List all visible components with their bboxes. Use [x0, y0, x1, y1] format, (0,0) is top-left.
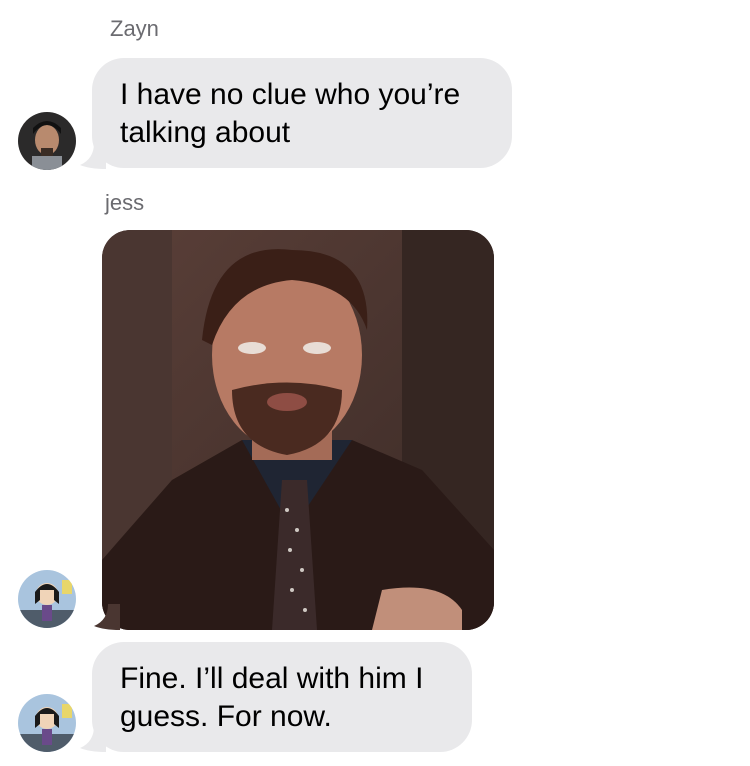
cartoon-avatar-icon: [18, 694, 76, 752]
message-text: Fine. I’ll deal with him I guess. For no…: [120, 662, 424, 733]
avatar-jess[interactable]: [18, 570, 76, 628]
reaction-meme-image-icon: [102, 230, 494, 630]
message-bubble-jess[interactable]: Fine. I’ll deal with him I guess. For no…: [92, 642, 472, 752]
message-bubble-zayn[interactable]: I have no clue who you’re talking about: [92, 58, 512, 168]
avatar-zayn[interactable]: [18, 112, 76, 170]
avatar-jess[interactable]: [18, 694, 76, 752]
image-message[interactable]: [102, 230, 494, 630]
sender-name-zayn: Zayn: [110, 16, 159, 41]
person-photo-icon: [18, 112, 76, 170]
sender-name-jess: jess: [105, 190, 145, 215]
cartoon-avatar-icon: [18, 570, 76, 628]
message-text: I have no clue who you’re talking about: [120, 78, 461, 149]
bubble-tail: [94, 604, 120, 630]
